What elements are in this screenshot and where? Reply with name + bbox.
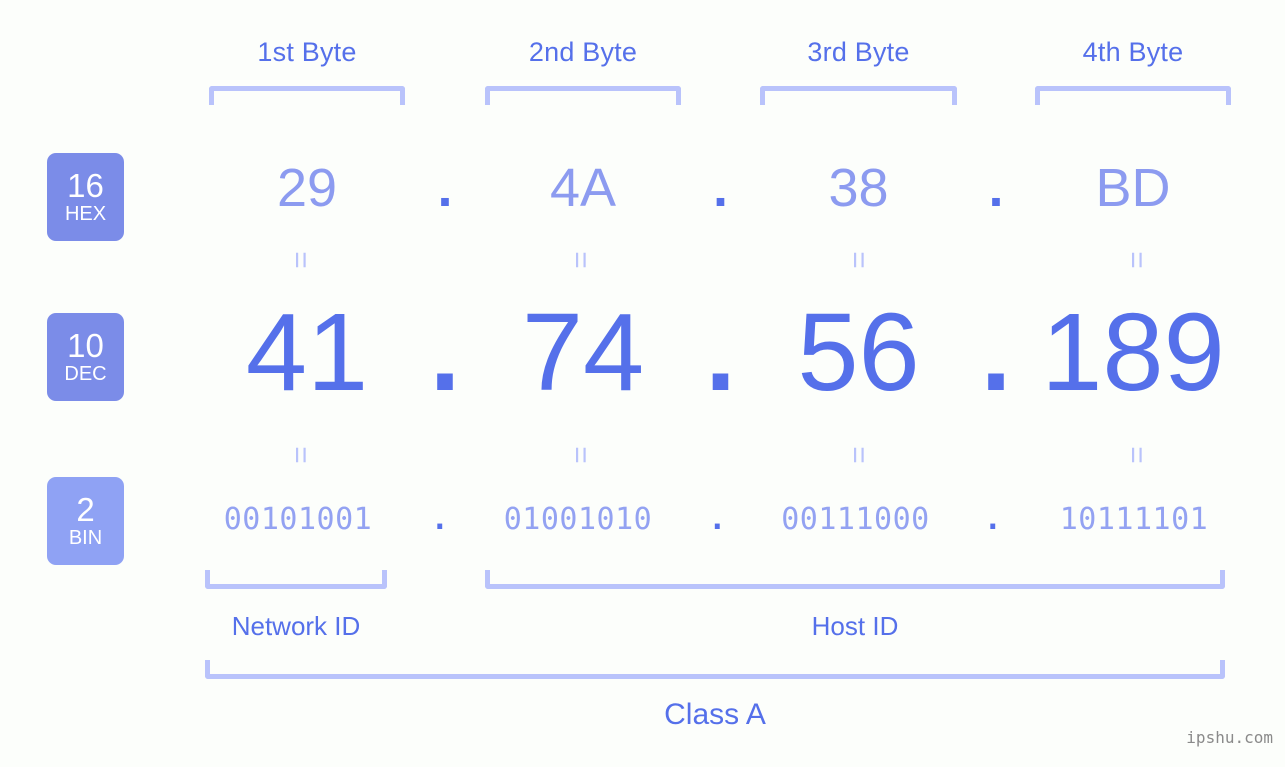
equals-mark-dec-bin-4: = [1120,446,1153,464]
ip-class-bracket [205,660,1225,679]
byte-bracket-4 [1035,86,1231,105]
host-id-label: Host ID [811,611,899,641]
byte-bracket-2 [485,86,681,105]
dec-octet-4: 189 [1041,291,1225,414]
radix-badge-dec-number: 10 [67,327,104,364]
dec-separator-1: . [429,291,461,414]
radix-badge-dec: 10 DEC [47,313,124,401]
bin-separator-1: . [430,502,450,537]
dec-separator-2: . [705,291,736,414]
network-id-bracket [205,570,387,589]
hex-separator-1: . [437,158,453,218]
hex-octet-2: 4A [549,158,617,218]
dec-octet-3: 56 [797,291,920,414]
bin-separator-3: . [983,502,1003,537]
byte-header-label-3: 3rd Byte [807,37,910,67]
host-id-bracket [485,570,1225,589]
hex-octet-4: BD [1095,158,1171,218]
radix-badge-hex-number: 16 [67,167,104,204]
hex-octet-1: 29 [276,158,338,218]
hex-separator-3: . [988,158,1004,218]
bin-octet-4: 10111101 [1059,502,1209,537]
bin-octet-3: 00111000 [781,502,930,537]
dec-octet-1: 41 [245,291,369,414]
ip-class-label: Class A [664,698,766,731]
radix-badge-hex: 16 HEX [47,153,124,241]
equals-mark-dec-bin-3: = [842,446,875,464]
byte-bracket-3 [760,86,957,105]
radix-badge-dec-abbr: DEC [64,363,107,385]
hex-octet-3: 38 [828,158,889,218]
byte-header-label-2: 2nd Byte [528,37,638,67]
ip-breakdown-diagram: 1st Byte 2nd Byte 3rd Byte 4th Byte 16 H… [0,0,1285,767]
equals-mark-dec-bin-1: = [284,446,317,464]
bin-octet-1: 00101001 [223,502,373,537]
equals-mark-hex-dec-2: = [564,251,597,269]
radix-badge-bin-abbr: BIN [68,527,103,549]
radix-badge-bin: 2 BIN [47,477,124,565]
byte-bracket-1 [209,86,405,105]
radix-badge-hex-abbr: HEX [64,203,107,225]
equals-mark-hex-dec-3: = [842,251,875,269]
bin-octet-2: 01001010 [503,502,653,537]
dec-separator-3: . [980,291,1012,414]
equals-mark-hex-dec-4: = [1120,251,1153,269]
dec-octet-2: 74 [521,291,645,414]
site-watermark: ipshu.com [1186,728,1273,747]
hex-separator-2: . [712,158,728,218]
equals-mark-hex-dec-1: = [284,251,317,269]
equals-mark-dec-bin-2: = [564,446,597,464]
radix-badge-bin-number: 2 [76,491,95,528]
network-id-label: Network ID [231,611,361,641]
byte-header-label-4: 4th Byte [1082,37,1184,67]
bin-separator-2: . [708,502,727,537]
byte-header-label-1: 1st Byte [257,37,357,67]
